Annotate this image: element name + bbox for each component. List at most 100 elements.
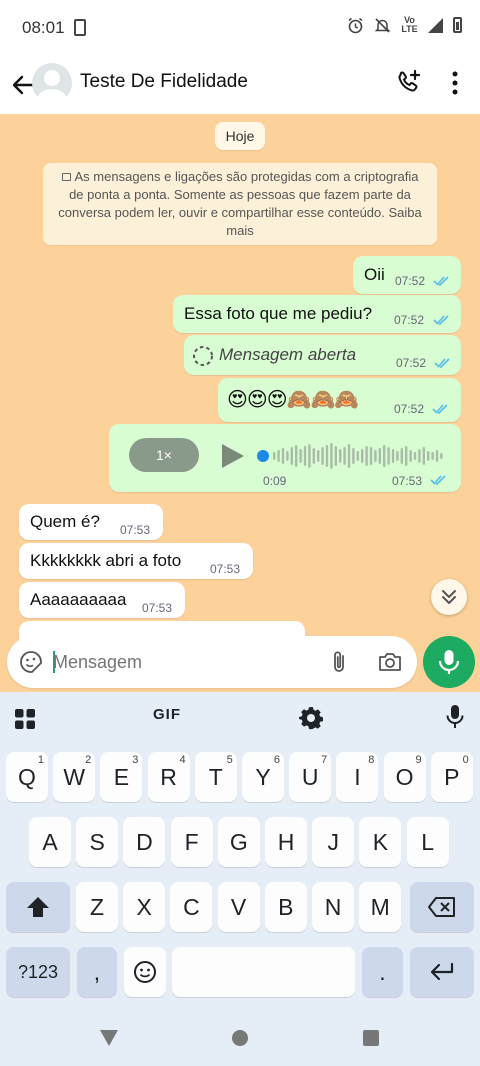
voice-waveform[interactable] — [257, 442, 447, 470]
contact-avatar[interactable] — [32, 63, 72, 103]
system-navigation-bar — [0, 1010, 480, 1066]
waveform-bar — [281, 448, 285, 464]
chat-area[interactable]: Hoje As mensagens e ligações são protegi… — [0, 114, 480, 692]
key-label: R — [160, 764, 177, 790]
key-q[interactable]: Q1 — [6, 752, 48, 802]
incoming-message[interactable]: Kkkkkkkk abri a foto 07:53 — [19, 543, 253, 579]
key-label: P — [444, 764, 460, 790]
attach-paperclip-icon[interactable] — [327, 648, 351, 676]
date-chip: Hoje — [215, 122, 265, 150]
key-o[interactable]: O9 — [383, 752, 426, 802]
key-u[interactable]: U7 — [289, 752, 332, 802]
play-icon[interactable] — [222, 444, 244, 468]
outgoing-message[interactable]: Essa foto que me pediu? 07:52 — [173, 295, 461, 333]
key-v[interactable]: V — [217, 882, 260, 932]
space-key[interactable] — [172, 947, 355, 997]
status-icons: Vo LTE — [347, 16, 462, 34]
outgoing-voice-message[interactable]: 1× 0:09 07:53 — [109, 424, 461, 492]
key-b[interactable]: B — [264, 882, 307, 932]
waveform-bar — [295, 445, 298, 467]
encryption-notice[interactable]: As mensagens e ligações são protegidas c… — [43, 163, 437, 245]
outgoing-message[interactable]: 😍😍😍🙈🙈🙈 07:52 — [218, 378, 461, 422]
settings-gear-icon[interactable] — [298, 704, 324, 732]
key-k[interactable]: K — [359, 817, 402, 867]
nav-back-icon[interactable] — [99, 1029, 119, 1047]
message-time: 07:53 — [120, 523, 151, 537]
message-text: 😍😍😍🙈🙈🙈 — [227, 389, 359, 411]
waveform-bar — [330, 443, 333, 469]
incoming-message[interactable]: Aaaaaaaaaa 07:53 — [19, 582, 185, 618]
key-j[interactable]: J — [312, 817, 355, 867]
key-d[interactable]: D — [123, 817, 166, 867]
key-number-hint: 4 — [179, 754, 186, 766]
backspace-key[interactable] — [410, 882, 474, 932]
key-m[interactable]: M — [359, 882, 402, 932]
scroll-to-bottom-button[interactable] — [431, 579, 467, 615]
waveform-bar — [317, 450, 320, 462]
key-h[interactable]: H — [265, 817, 307, 867]
signal-icon — [428, 17, 443, 33]
contact-name[interactable]: Teste De Fidelidade — [80, 71, 248, 93]
key-i[interactable]: I8 — [336, 752, 379, 802]
playback-speed-button[interactable]: 1× — [129, 438, 199, 472]
waveform-bar — [427, 451, 430, 461]
symbols-key[interactable]: ?123 — [6, 947, 70, 997]
message-time: 07:52 — [394, 313, 425, 327]
key-p[interactable]: P0 — [430, 752, 473, 802]
waveform-bar — [273, 452, 276, 460]
message-text: Mensagem aberta — [219, 345, 357, 364]
waveform-bar — [405, 446, 408, 466]
camera-icon[interactable] — [377, 650, 403, 674]
period-key[interactable]: . — [362, 947, 403, 997]
nav-home-icon[interactable] — [231, 1029, 249, 1047]
key-label: Y — [255, 764, 271, 790]
nav-recents-icon[interactable] — [362, 1029, 380, 1047]
key-x[interactable]: X — [123, 882, 166, 932]
key-t[interactable]: T5 — [194, 752, 237, 802]
enter-key[interactable] — [410, 947, 474, 997]
waveform-bar — [312, 448, 315, 464]
read-ticks-icon — [433, 315, 449, 325]
apps-grid-icon[interactable] — [13, 705, 37, 733]
more-options-icon[interactable] — [442, 68, 468, 98]
key-g[interactable]: G — [217, 817, 260, 867]
message-input[interactable] — [53, 649, 303, 675]
comma-key[interactable]: , — [77, 947, 117, 997]
outgoing-view-once-message[interactable]: Mensagem aberta 07:52 — [184, 335, 461, 375]
waveform-bar — [374, 450, 377, 462]
enter-return-icon — [430, 962, 454, 981]
waveform-bar — [396, 451, 399, 461]
key-number-hint: 7 — [321, 754, 328, 766]
soft-keyboard: GIF Q1W2E3R4T5Y6U7I8O9P0 ASDFGHJKL ZXCVB… — [0, 692, 480, 1066]
key-s[interactable]: S — [76, 817, 119, 867]
key-e[interactable]: E3 — [100, 752, 143, 802]
key-l[interactable]: L — [406, 817, 449, 867]
message-text: Kkkkkkkk abri a foto — [30, 551, 182, 570]
shift-key[interactable] — [6, 882, 70, 932]
status-time: 08:01 — [22, 18, 65, 37]
key-y[interactable]: Y6 — [242, 752, 284, 802]
outgoing-message[interactable]: Oii 07:52 — [353, 256, 461, 294]
key-z[interactable]: Z — [76, 882, 118, 932]
gif-button[interactable]: GIF — [153, 706, 181, 734]
incoming-message[interactable]: Quem é? 07:53 — [19, 504, 163, 540]
emoji-key[interactable] — [124, 947, 166, 997]
key-w[interactable]: W2 — [53, 752, 96, 802]
voice-duration: 0:09 — [263, 474, 287, 488]
message-composer[interactable] — [7, 636, 417, 688]
add-call-icon[interactable] — [394, 68, 424, 98]
key-n[interactable]: N — [312, 882, 354, 932]
waveform-bar — [308, 444, 311, 468]
sticker-emoji-icon[interactable] — [19, 650, 43, 674]
waveform-bar — [290, 447, 293, 465]
message-time: 07:53 — [210, 562, 241, 576]
waveform-bar — [356, 451, 359, 461]
waveform-bar — [334, 446, 337, 466]
key-r[interactable]: R4 — [147, 752, 190, 802]
read-ticks-icon — [432, 404, 448, 414]
key-a[interactable]: A — [29, 817, 71, 867]
key-f[interactable]: F — [170, 817, 213, 867]
voice-typing-mic-icon[interactable] — [443, 703, 467, 731]
voice-record-button[interactable] — [423, 636, 475, 688]
key-c[interactable]: C — [170, 882, 213, 932]
